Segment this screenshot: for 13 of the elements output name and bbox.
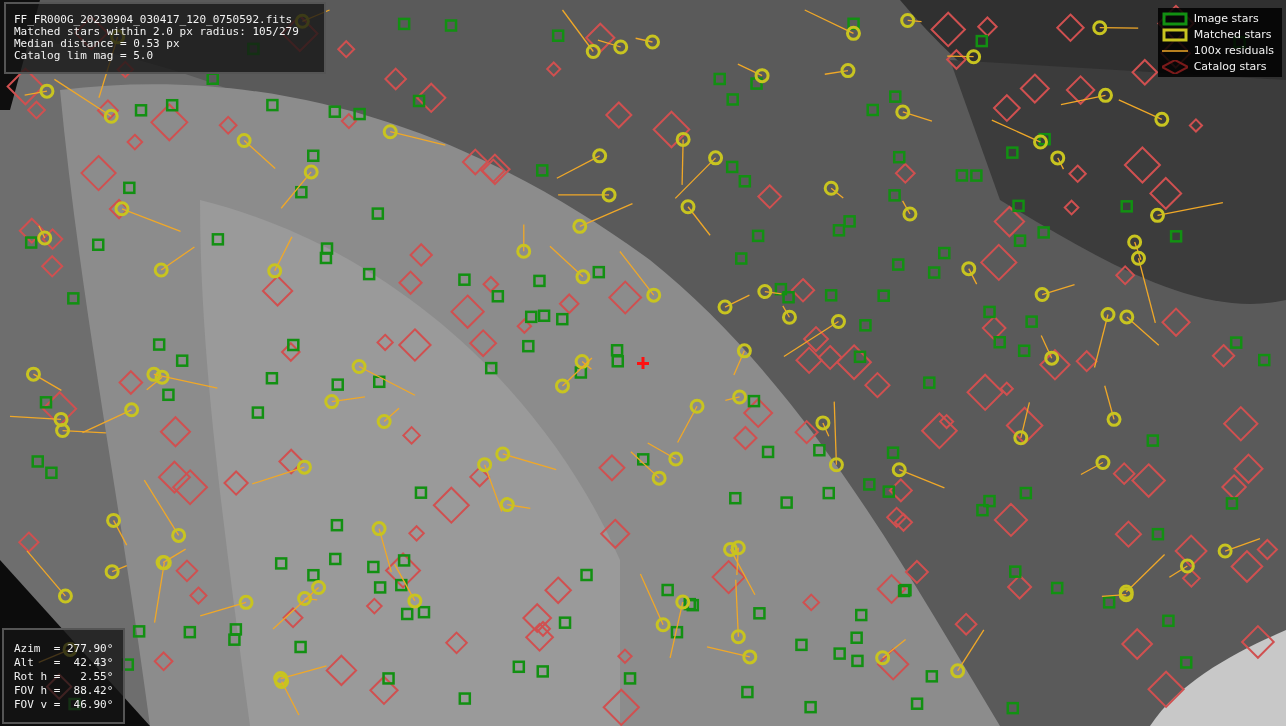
pointing-text: FOV v = 46.90° xyxy=(14,698,114,712)
pointing-text: Azim = 277.90° xyxy=(14,642,114,656)
pointing-text: Alt = 42.43° xyxy=(14,656,114,670)
info-text: FF_FR000G_20230904_030417_120_0750592.fits xyxy=(14,14,294,26)
legend-label: Catalog stars xyxy=(1193,60,1267,73)
pointing-text: FOV h = 88.42° xyxy=(14,684,114,698)
info-text: Catalog lim mag = 5.0 xyxy=(14,50,155,62)
pointing-text: Rot h = 2.55° xyxy=(14,670,114,684)
legend-label: Image stars xyxy=(1193,12,1259,25)
legend-label: 100x residuals xyxy=(1193,44,1274,57)
info-text: Matched stars within 2.0 px radius: 105/279 xyxy=(14,26,300,38)
legend-label: Matched stars xyxy=(1193,28,1272,41)
info-text: Median distance = 0.53 px xyxy=(14,38,181,50)
